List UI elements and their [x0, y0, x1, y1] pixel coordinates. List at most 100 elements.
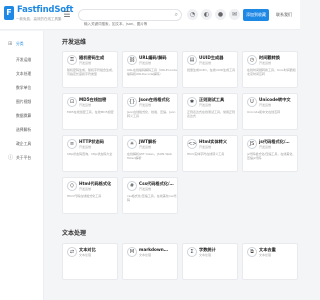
card-desc: css格式化/压缩工具，在线美化css代码: [127, 194, 177, 203]
card-tag: 开发运维: [199, 61, 212, 65]
section-title-devops: 开发运维: [62, 39, 87, 46]
key-icon: ⚿: [67, 55, 77, 65]
tool-card[interactable]: # Css代码格式化/… 开发运维 css格式化/压缩工具，在线美化css代码: [122, 177, 178, 214]
top-header: F FastfindSoft 一款免费、高效的在线工具集 ☰ ⌕ ◔ ◐ ● ✉…: [0, 0, 300, 30]
search-input[interactable]: [79, 19, 169, 29]
tool-card[interactable]: M markdown… 文本处理: [122, 243, 178, 280]
logo-mark-icon: F: [4, 6, 14, 20]
lock-icon: ⊡: [67, 97, 77, 107]
tool-card[interactable]: ⟨⟩ Html代码格式化 开发运维 Html代码在线格式化工具: [62, 177, 118, 214]
sidebar-item-label: 关于平台: [16, 155, 32, 160]
braces-icon: {}: [127, 97, 137, 107]
grid-icon: ⊞: [8, 41, 13, 47]
tool-card[interactable]: JS js代码格式化/… 开发运维 js代码格式化/压缩工具，在线美化、压缩js…: [242, 135, 298, 172]
link-icon: ⛓: [127, 55, 137, 65]
unicode-icon: U: [247, 97, 257, 107]
sidebar-item-label: 文本处理: [16, 71, 32, 76]
card-desc: Html实体字符在线转义工具: [187, 152, 225, 156]
card-tag: 文本处理: [199, 253, 212, 257]
sidebar-item-label: 图片视频: [16, 99, 32, 104]
menu-toggle-icon[interactable]: ☰: [62, 10, 72, 20]
regex-icon: ✱: [187, 97, 197, 107]
card-desc: 在线解析JWT token，JSON Web Token解析: [127, 152, 172, 161]
card-desc: Html代码在线格式化工具: [67, 194, 102, 198]
card-tag: 开发运维: [199, 103, 212, 107]
sidebar-item-data[interactable]: 数据换算: [0, 109, 44, 123]
sidebar-item-gov[interactable]: 政企工具: [0, 137, 44, 151]
card-desc: js代码格式化/压缩工具，在线美化、压缩js代码: [247, 152, 296, 161]
app-root: F FastfindSoft 一款免费、高效的在线工具集 ☰ ⌕ ◔ ◐ ● ✉…: [0, 0, 300, 300]
dedupe-icon: ⧉: [247, 247, 257, 257]
tool-card[interactable]: ⧉ 文本去重 文本处理: [242, 243, 298, 280]
code-icon: ⟨⟩: [67, 181, 77, 191]
card-tag: 文本处理: [139, 253, 152, 257]
card-desc: MD5在线加密工具，在线MD5加密: [67, 110, 114, 114]
search-box[interactable]: ⌕: [78, 9, 182, 29]
clock-icon: ◷: [247, 55, 257, 65]
sidebar-item-label: 开发运维: [16, 57, 32, 62]
html-icon: <>: [187, 139, 197, 149]
js-icon: JS: [247, 139, 257, 149]
card-desc: Json在线格式化、校验、压缩，Json转义工具: [127, 110, 176, 119]
tool-card[interactable]: ⛓ URL编码/解码 开发运维 URL在线编码解码工具（URLEncode编码和…: [122, 51, 178, 88]
tool-card[interactable]: ✱ 正则测试工具 开发运维 正则表达式在线测试工具，常用正则表达式: [182, 93, 238, 130]
card-tag: 开发运维: [79, 187, 92, 191]
id-icon: ▤: [187, 55, 197, 65]
card-tag: 开发运维: [79, 103, 92, 107]
tool-card[interactable]: ◷ 时间戳转换 开发运维 在线时间戳转换工具，Unix时间戳和北京时间互转: [242, 51, 298, 88]
tool-card[interactable]: {} Json在线格式化 开发运维 Json在线格式化、校验、压缩，Json转义…: [122, 93, 178, 130]
sidebar-item-category[interactable]: ⊞ 分类: [0, 37, 44, 51]
section-title-text: 文本处理: [62, 230, 87, 237]
card-tag: 开发运维: [139, 145, 152, 149]
info-icon: ⓘ: [8, 155, 14, 161]
compare-icon: ⇄: [67, 247, 77, 257]
tool-card[interactable]: ✳ JWT解析 开发运维 在线解析JWT token，JSON Web Toke…: [122, 135, 178, 172]
tool-card[interactable]: ⚿ 随机密码生成 开发运维 随机密码生成，随机字符组合生成，可指定长度和字符类型: [62, 51, 118, 88]
sidebar-item-label: 政企工具: [16, 141, 32, 146]
card-tag: 开发运维: [79, 145, 92, 149]
logo-subtitle: 一款免费、高效的在线工具集: [16, 17, 62, 21]
site-logo[interactable]: F FastfindSoft 一款免费、高效的在线工具集: [4, 5, 73, 27]
card-desc: Unicode和中文在线互转: [247, 110, 281, 114]
tool-card[interactable]: <> Html实体转义 开发运维 Html实体字符在线转义工具: [182, 135, 238, 172]
github-icon[interactable]: ●: [215, 9, 226, 20]
theme-icon[interactable]: ◐: [201, 9, 212, 20]
sidebar-item-math[interactable]: 数学单位: [0, 81, 44, 95]
sidebar: ⊞ 分类 开发运维 文本处理 数学单位 图片视频 数据换算 选择解析 政企工具 …: [0, 31, 44, 300]
notification-icon[interactable]: ✉: [229, 9, 240, 20]
search-icon[interactable]: ⌕: [175, 11, 178, 19]
card-desc: http状态码查询，http状态码大全: [67, 152, 113, 156]
sidebar-item-media[interactable]: 图片视频: [0, 95, 44, 109]
sidebar-item-label: 选择解析: [16, 127, 32, 132]
contact-button[interactable]: 联系我们: [273, 9, 295, 21]
tool-card[interactable]: ⊡ MD5在线加密 开发运维 MD5在线加密工具，在线MD5加密: [62, 93, 118, 130]
sidebar-item-parse[interactable]: 选择解析: [0, 123, 44, 137]
card-title: markdown…: [139, 247, 168, 252]
sidebar-item-label: 数学单位: [16, 85, 32, 90]
server-icon: ≡: [67, 139, 77, 149]
tool-card[interactable]: ⇄ 文本对比 文本处理: [62, 243, 118, 280]
tool-card[interactable]: ≡ HTTP状态码 开发运维 http状态码查询，http状态码大全: [62, 135, 118, 172]
markdown-icon: M: [127, 247, 137, 257]
token-icon: ✳: [127, 139, 137, 149]
favorite-button[interactable]: 添加到收藏: [243, 9, 269, 21]
card-tag: 开发运维: [259, 145, 272, 149]
card-tag: 文本处理: [259, 253, 272, 257]
sidebar-item-about[interactable]: ⓘ 关于平台: [0, 151, 44, 165]
card-tag: 开发运维: [139, 61, 152, 65]
main-content: 开发运维 ⚿ 随机密码生成 开发运维 随机密码生成，随机字符组合生成，可指定长度…: [50, 31, 300, 300]
tool-card[interactable]: ▤ UUID生成器 开发运维 批量生成UUID，在线UUID生成工具: [182, 51, 238, 88]
sidebar-item-devops[interactable]: 开发运维: [0, 53, 44, 67]
card-tag: 开发运维: [139, 187, 152, 191]
card-desc: 批量生成UUID，在线UUID生成工具: [187, 68, 236, 72]
card-tag: 开发运维: [79, 61, 92, 65]
card-tag: 开发运维: [139, 103, 152, 107]
card-tag: 文本处理: [79, 253, 92, 257]
user-icon[interactable]: ◔: [187, 9, 198, 20]
sidebar-item-label: 数据换算: [16, 113, 32, 118]
tool-card[interactable]: U Unicode转中文 开发运维 Unicode和中文在线互转: [242, 93, 298, 130]
tool-card[interactable]: Σ 字数统计 文本处理: [182, 243, 238, 280]
card-tag: 开发运维: [259, 103, 272, 107]
card-tag: 开发运维: [259, 61, 272, 65]
sidebar-item-text[interactable]: 文本处理: [0, 67, 44, 81]
